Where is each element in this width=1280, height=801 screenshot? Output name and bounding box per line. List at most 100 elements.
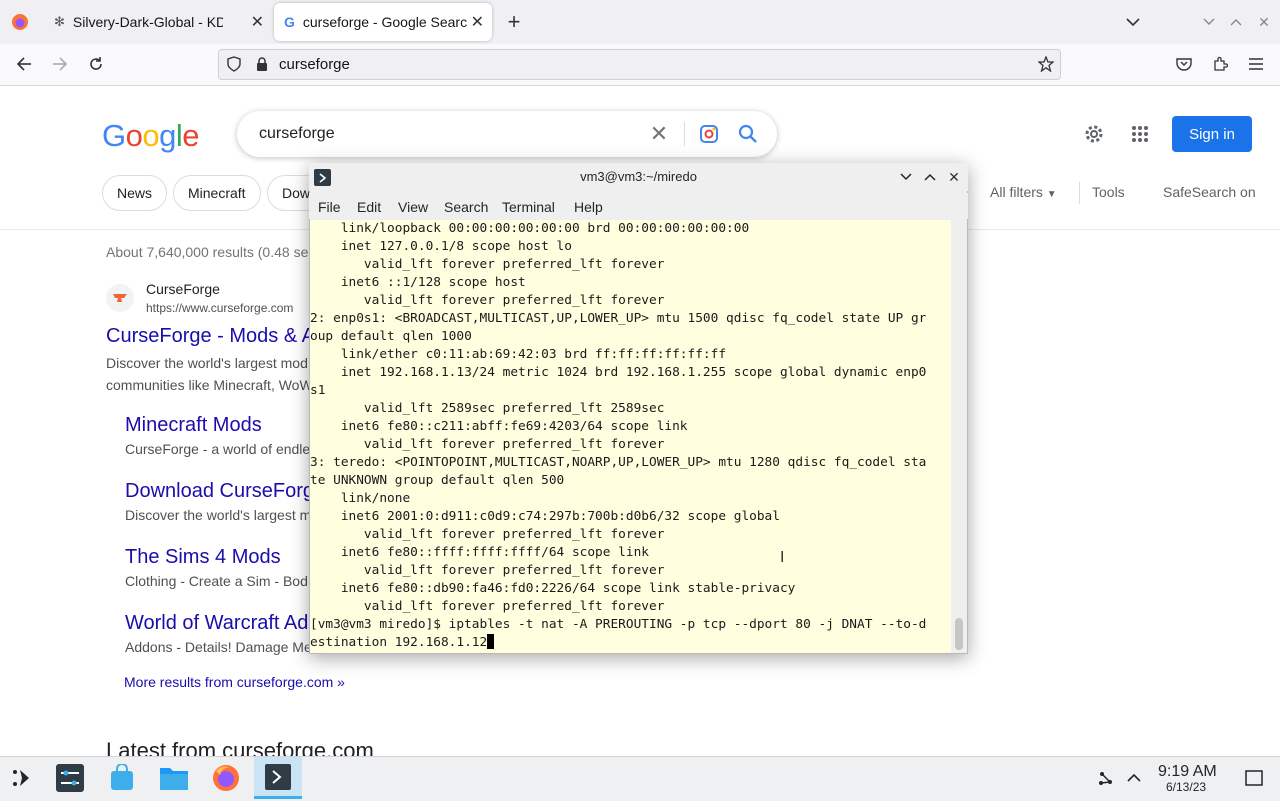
sitelink-title[interactable]: The Sims 4 Mods bbox=[125, 546, 281, 569]
result-site-name[interactable]: CurseForge bbox=[146, 281, 220, 297]
bookmark-star-icon[interactable] bbox=[1032, 50, 1060, 78]
terminal-line: valid_lft forever preferred_lft forever bbox=[310, 293, 665, 308]
settings-gear-icon[interactable] bbox=[1080, 120, 1108, 148]
terminal-line: valid_lft forever preferred_lft forever bbox=[310, 527, 665, 542]
sitelink-title[interactable]: Minecraft Mods bbox=[125, 414, 262, 437]
terminal-line: inet 127.0.0.1/8 scope host lo bbox=[310, 239, 572, 254]
terminal-line: te UNKNOWN group default qlen 500 bbox=[310, 473, 565, 488]
terminal-line: link/ether c0:11:ab:69:42:03 brd ff:ff:f… bbox=[310, 347, 727, 362]
app-launcher-icon[interactable] bbox=[4, 760, 40, 796]
all-filters-label: All filters bbox=[990, 184, 1043, 200]
sitelink-snippet: Addons - Details! Damage Me bbox=[125, 639, 312, 655]
url-text[interactable]: curseforge bbox=[279, 56, 350, 73]
result-title-link[interactable]: CurseForge - Mods & A bbox=[106, 325, 315, 348]
sign-in-button[interactable]: Sign in bbox=[1172, 116, 1252, 152]
terminal-cursor bbox=[487, 634, 495, 649]
tray-expand-icon[interactable] bbox=[1116, 760, 1152, 796]
list-tabs-icon[interactable] bbox=[1119, 8, 1147, 36]
chip-minecraft[interactable]: Minecraft bbox=[173, 175, 261, 211]
terminal-title: vm3@vm3:~/miredo bbox=[580, 169, 697, 184]
back-icon[interactable] bbox=[10, 50, 38, 78]
terminal-line: inet6 2001:0:d911:c0d9:c74:297b:700b:d0b… bbox=[310, 509, 780, 524]
result-snippet: Discover the world's largest mod bbox=[106, 355, 308, 371]
minimize-window-icon[interactable] bbox=[1195, 8, 1223, 36]
terminal-line: [vm3@vm3 miredo]$ iptables -t nat -A PRE… bbox=[310, 617, 927, 632]
new-tab-icon[interactable]: + bbox=[500, 8, 528, 36]
close-window-icon[interactable]: ✕ bbox=[1250, 8, 1278, 36]
discover-store-icon[interactable] bbox=[104, 760, 140, 796]
terminal-line: inet6 fe80::db90:fa46:fd0:2226/64 scope … bbox=[310, 581, 796, 596]
terminal-line: link/none bbox=[310, 491, 411, 506]
menu-edit[interactable]: Edit bbox=[357, 199, 381, 215]
shield-icon[interactable] bbox=[220, 50, 248, 78]
menu-search[interactable]: Search bbox=[444, 199, 488, 215]
terminal-line: valid_lft forever preferred_lft forever bbox=[310, 257, 665, 272]
safesearch-button[interactable]: SafeSearch on bbox=[1163, 184, 1256, 200]
google-logo[interactable]: Google bbox=[102, 118, 200, 154]
search-icon[interactable] bbox=[734, 120, 762, 148]
maximize-window-icon[interactable] bbox=[1222, 8, 1250, 36]
sitelink-title[interactable]: Download CurseForg bbox=[125, 480, 314, 503]
menu-view[interactable]: View bbox=[398, 199, 428, 215]
tab-title: Silvery-Dark-Global - KDE S bbox=[72, 14, 223, 30]
sitelink-snippet: Clothing - Create a Sim - Bod bbox=[125, 573, 308, 589]
close-icon[interactable]: ✕ bbox=[940, 163, 968, 191]
reload-icon[interactable] bbox=[82, 50, 110, 78]
kde-favicon-icon: ✻ bbox=[54, 14, 65, 29]
terminal-line: oup default qlen 1000 bbox=[310, 329, 472, 344]
sitelink-title[interactable]: World of Warcraft Ad bbox=[125, 612, 308, 635]
apps-grid-icon[interactable] bbox=[1126, 120, 1154, 148]
terminal-line: valid_lft 2589sec preferred_lft 2589sec bbox=[310, 401, 665, 416]
tools-divider bbox=[1079, 182, 1080, 204]
terminal-task-icon[interactable] bbox=[254, 757, 302, 799]
firefox-icon[interactable] bbox=[208, 760, 244, 796]
terminal-line: link/loopback 00:00:00:00:00:00 brd 00:0… bbox=[310, 221, 750, 236]
system-settings-icon[interactable] bbox=[52, 760, 88, 796]
tools-button[interactable]: Tools bbox=[1092, 184, 1125, 200]
clock-date[interactable]: 6/13/23 bbox=[1166, 780, 1206, 794]
tab-google-search[interactable]: G curseforge - Google Search ✕ bbox=[274, 3, 492, 41]
sitelink-snippet: Discover the world's largest m bbox=[125, 507, 312, 523]
firefox-view-icon[interactable] bbox=[6, 8, 34, 36]
terminal-line: valid_lft forever preferred_lft forever bbox=[310, 599, 665, 614]
all-filters-button[interactable]: All filters ▼ bbox=[990, 184, 1057, 200]
terminal-line: 2: enp0s1: <BROADCAST,MULTICAST,UP,LOWER… bbox=[310, 311, 927, 326]
chip-news[interactable]: News bbox=[102, 175, 168, 211]
terminal-line: valid_lft forever preferred_lft forever bbox=[310, 563, 665, 578]
dropdown-arrow-icon: ▼ bbox=[1046, 189, 1057, 200]
pocket-icon[interactable] bbox=[1170, 50, 1198, 78]
terminal-line: estination 192.168.1.12 bbox=[310, 634, 926, 652]
menu-help[interactable]: Help bbox=[574, 199, 603, 215]
terminal-line: inet6 ::1/128 scope host bbox=[310, 275, 526, 290]
menu-file[interactable]: File bbox=[318, 199, 341, 215]
search-divider bbox=[684, 122, 685, 146]
tab-title: curseforge - Google Search bbox=[302, 14, 468, 30]
terminal-scrollbar[interactable] bbox=[951, 220, 967, 653]
terminal-line: inet 192.168.1.13/24 metric 1024 brd 192… bbox=[310, 365, 927, 380]
forward-icon[interactable] bbox=[46, 50, 74, 78]
result-snippet: communities like Minecraft, WoW bbox=[106, 377, 313, 393]
text-cursor-icon: I bbox=[780, 549, 785, 566]
show-desktop-icon[interactable] bbox=[1236, 760, 1272, 796]
close-tab-icon[interactable]: ✕ bbox=[251, 12, 264, 32]
terminal-line: inet6 fe80::ffff:ffff:ffff/64 scope link bbox=[310, 545, 649, 560]
scrollbar-thumb[interactable] bbox=[955, 618, 963, 650]
lock-icon[interactable] bbox=[248, 50, 276, 78]
curseforge-favicon-icon bbox=[106, 284, 134, 312]
menu-terminal[interactable]: Terminal bbox=[502, 199, 555, 215]
more-results-link[interactable]: More results from curseforge.com » bbox=[124, 674, 345, 690]
terminal-line: inet6 fe80::c211:abff:fe69:4203/64 scope… bbox=[310, 419, 688, 434]
clear-search-icon[interactable]: ✕ bbox=[645, 120, 673, 148]
file-manager-icon[interactable] bbox=[156, 760, 192, 796]
terminal-line: valid_lft forever preferred_lft forever bbox=[310, 437, 665, 452]
extensions-icon[interactable] bbox=[1206, 50, 1234, 78]
close-tab-icon[interactable]: ✕ bbox=[471, 12, 484, 32]
search-input[interactable]: curseforge bbox=[259, 125, 335, 143]
clock-time[interactable]: 9:19 AM bbox=[1158, 763, 1217, 781]
lens-camera-icon[interactable] bbox=[695, 120, 723, 148]
terminal-output[interactable]: link/loopback 00:00:00:00:00:00 brd 00:0… bbox=[310, 220, 951, 653]
result-site-url[interactable]: https://www.curseforge.com bbox=[146, 301, 293, 315]
tab-kde-store[interactable]: ✻ Silvery-Dark-Global - KDE S ✕ bbox=[44, 3, 272, 41]
menu-hamburger-icon[interactable] bbox=[1242, 50, 1270, 78]
terminal-lines: link/loopback 00:00:00:00:00:00 brd 00:0… bbox=[310, 220, 926, 652]
